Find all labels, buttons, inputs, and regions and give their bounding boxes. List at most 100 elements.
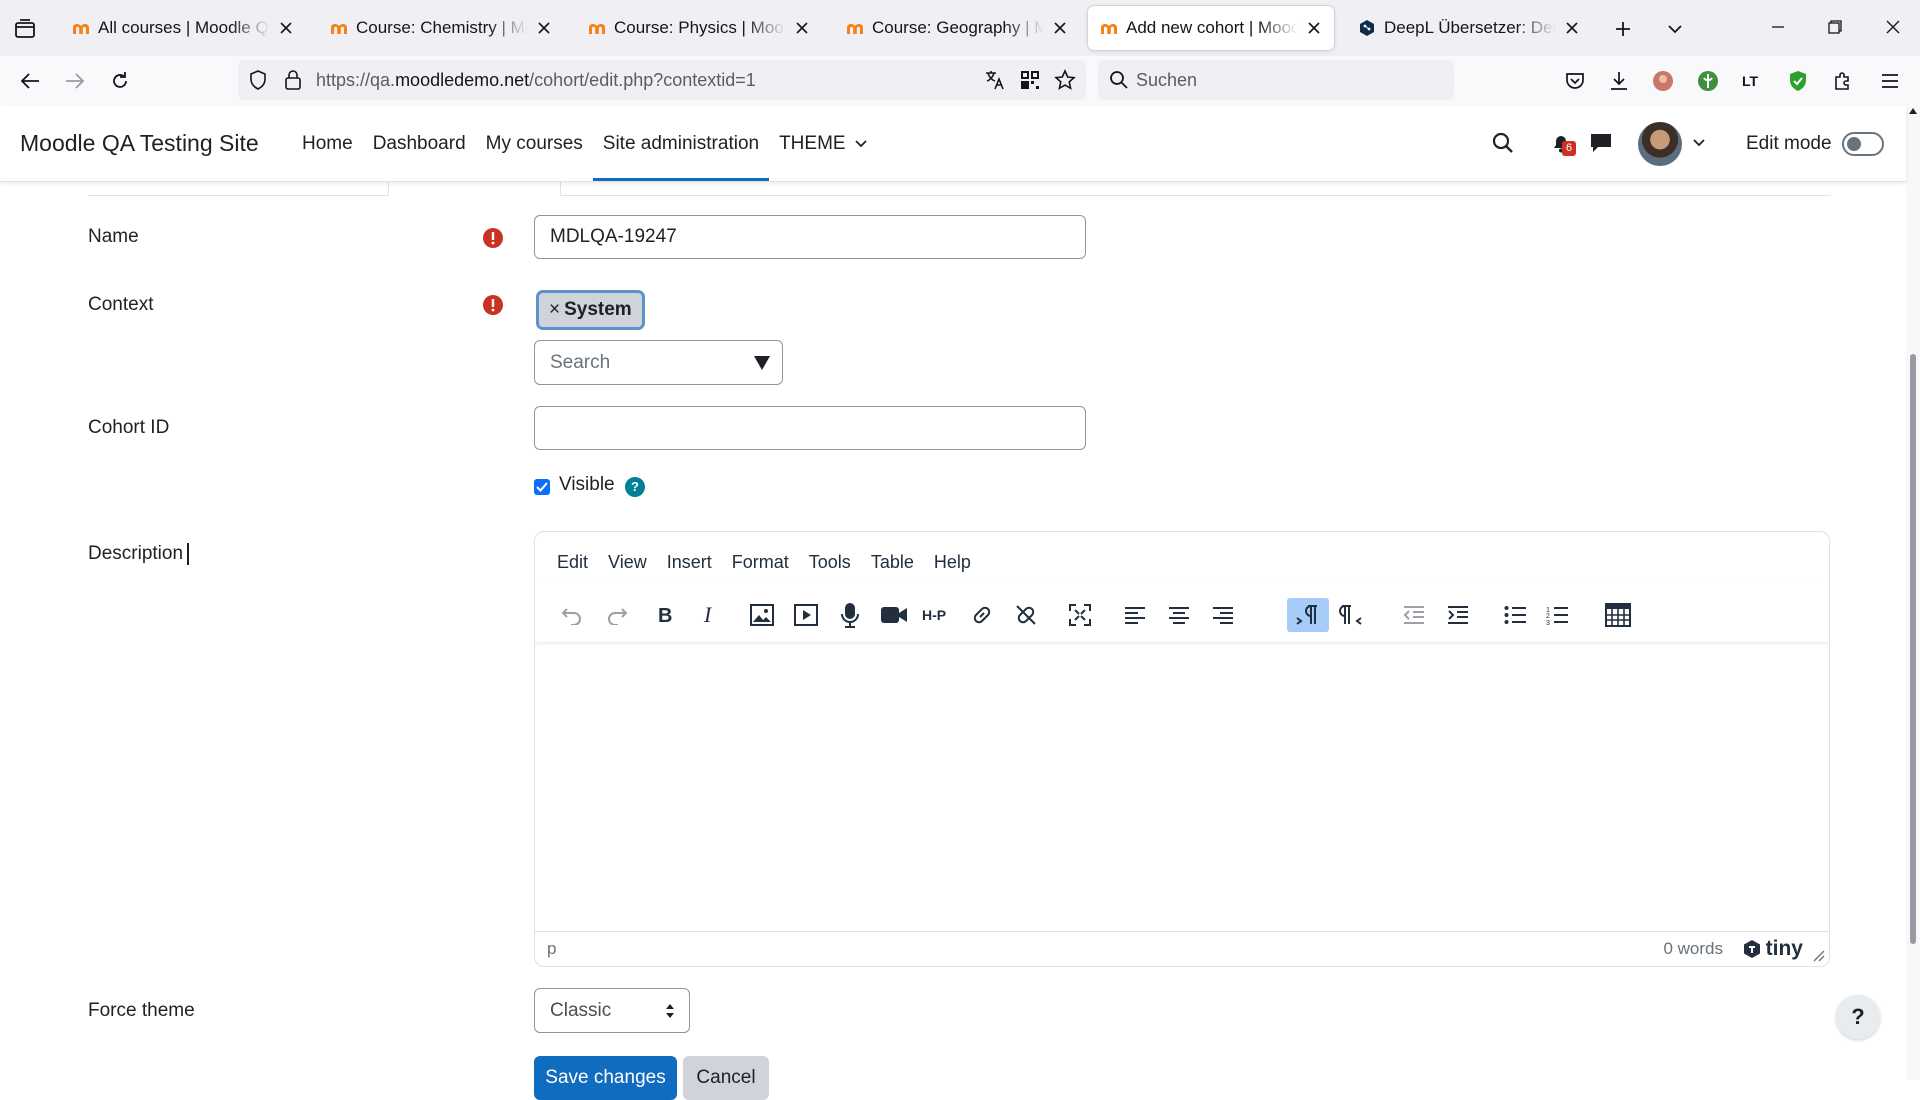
restore-icon[interactable] (1818, 12, 1852, 42)
lock-icon[interactable] (284, 70, 302, 90)
close-icon[interactable] (536, 20, 552, 36)
browser-search-field[interactable]: Suchen (1098, 60, 1454, 100)
context-selected-chip[interactable]: × System (536, 290, 645, 330)
word-count[interactable]: 0 words (1663, 932, 1723, 966)
languagetool-icon[interactable]: LT (1738, 66, 1768, 96)
visible-label[interactable]: Visible (559, 474, 615, 496)
tiny-logo[interactable]: tiny (1742, 937, 1803, 961)
nav-dashboard[interactable]: Dashboard (363, 106, 476, 181)
h5p-icon[interactable]: H-P (921, 598, 955, 632)
menu-edit[interactable]: Edit (547, 544, 598, 580)
hamburger-menu-icon[interactable] (1875, 66, 1905, 96)
menu-view[interactable]: View (598, 544, 657, 580)
italic-icon[interactable]: I (692, 598, 726, 632)
close-icon[interactable] (1052, 20, 1068, 36)
element-path[interactable]: p (547, 932, 556, 966)
close-icon[interactable] (278, 20, 294, 36)
extension-profile-icon[interactable] (1648, 66, 1678, 96)
new-tab-button[interactable] (1608, 14, 1638, 44)
scroll-up-arrow-icon[interactable] (1909, 108, 1917, 114)
outdent-icon[interactable] (1397, 598, 1431, 632)
cancel-button[interactable]: Cancel (683, 1056, 769, 1100)
browser-tab-strip: All courses | Moodle QA Testing Site Cou… (0, 0, 1920, 57)
save-changes-button[interactable]: Save changes (534, 1056, 677, 1100)
site-name[interactable]: Moodle QA Testing Site (20, 106, 259, 181)
context-search-select[interactable]: Search (534, 340, 783, 385)
moodle-icon (847, 24, 863, 34)
translate-icon[interactable] (984, 69, 1006, 91)
pocket-icon[interactable] (1560, 66, 1590, 96)
extension-green-shield-icon[interactable] (1693, 66, 1723, 96)
qr-code-icon[interactable] (1020, 70, 1040, 90)
nav-my-courses[interactable]: My courses (476, 106, 593, 181)
force-theme-select[interactable]: Classic (534, 988, 690, 1033)
redo-icon[interactable] (600, 598, 634, 632)
scroll-thumb[interactable] (1910, 354, 1916, 944)
align-right-icon[interactable] (1206, 598, 1240, 632)
bookmark-star-icon[interactable] (1054, 69, 1076, 91)
align-center-icon[interactable] (1162, 598, 1196, 632)
help-icon[interactable]: ? (625, 477, 645, 497)
help-drawer-button[interactable]: ? (1836, 995, 1880, 1039)
reload-icon[interactable] (105, 66, 135, 96)
menu-tools[interactable]: Tools (799, 544, 861, 580)
close-icon[interactable] (1306, 20, 1322, 36)
address-bar[interactable]: https://qa.moodledemo.net/cohort/edit.ph… (238, 60, 1086, 100)
rtl-direction-icon[interactable] (1335, 598, 1369, 632)
tab-title: DeepL Übersetzer: Der präziseste Überset… (1384, 18, 1556, 38)
forward-arrow-icon[interactable] (60, 66, 90, 96)
close-icon[interactable] (794, 20, 810, 36)
unlink-icon[interactable] (1009, 598, 1043, 632)
media-icon[interactable] (789, 598, 823, 632)
search-icon[interactable] (1488, 128, 1518, 158)
messages-icon[interactable] (1586, 128, 1616, 158)
indent-icon[interactable] (1441, 598, 1475, 632)
downloads-icon[interactable] (1604, 66, 1634, 96)
bullet-list-icon[interactable] (1498, 598, 1532, 632)
resize-handle-icon[interactable] (1813, 950, 1825, 962)
shield-icon[interactable] (248, 70, 268, 90)
menu-insert[interactable]: Insert (657, 544, 722, 580)
back-arrow-icon[interactable] (15, 66, 45, 96)
tab-overview-icon[interactable] (12, 16, 38, 42)
menu-format[interactable]: Format (722, 544, 799, 580)
menu-help[interactable]: Help (924, 544, 981, 580)
numbered-list-icon[interactable]: 123 (1540, 598, 1574, 632)
cohort-id-input[interactable] (534, 406, 1086, 450)
adblock-shield-icon[interactable] (1783, 66, 1813, 96)
tiny-brand-text: tiny (1765, 937, 1803, 960)
align-left-icon[interactable] (1118, 598, 1152, 632)
microphone-icon[interactable] (833, 598, 867, 632)
minimize-icon[interactable] (1761, 12, 1795, 42)
nav-site-administration[interactable]: Site administration (592, 106, 770, 181)
fullscreen-icon[interactable] (1063, 598, 1097, 632)
avatar[interactable] (1638, 122, 1682, 166)
bold-icon[interactable]: B (648, 598, 682, 632)
edit-mode-toggle[interactable] (1842, 132, 1884, 156)
user-menu-chevron-down-icon[interactable] (1684, 128, 1714, 158)
link-icon[interactable] (965, 598, 999, 632)
name-input[interactable]: MDLQA-19247 (534, 215, 1086, 259)
browser-tab-deepl[interactable]: DeepL Übersetzer: Der präziseste Überset… (1346, 6, 1592, 50)
nav-theme[interactable]: THEME (769, 106, 877, 181)
remove-chip-icon[interactable]: × (549, 299, 560, 320)
extensions-puzzle-icon[interactable] (1828, 66, 1858, 96)
tab-list-chevron-icon[interactable] (1660, 14, 1690, 44)
browser-tab-chemistry[interactable]: Course: Chemistry | Moodle QA Testing Si… (318, 6, 564, 50)
browser-tab-all-courses[interactable]: All courses | Moodle QA Testing Site (60, 6, 306, 50)
page-scrollbar[interactable] (1906, 106, 1920, 1080)
video-camera-icon[interactable] (877, 598, 911, 632)
nav-home[interactable]: Home (292, 106, 363, 181)
close-icon[interactable] (1564, 20, 1580, 36)
browser-tab-geography[interactable]: Course: Geography | Moodle QA Testing Si… (834, 6, 1080, 50)
table-icon[interactable] (1601, 598, 1635, 632)
ltr-direction-icon[interactable] (1287, 598, 1329, 632)
window-close-icon[interactable] (1876, 12, 1910, 42)
image-icon[interactable] (745, 598, 779, 632)
menu-table[interactable]: Table (861, 544, 924, 580)
undo-icon[interactable] (555, 598, 589, 632)
browser-tab-physics[interactable]: Course: Physics | Moodle QA Testing Site (576, 6, 822, 50)
visible-checkbox[interactable] (534, 479, 550, 495)
browser-tab-add-new-cohort[interactable]: Add new cohort | Moodle QA Testing Site (1088, 6, 1334, 50)
editor-content-area[interactable] (535, 642, 1829, 932)
